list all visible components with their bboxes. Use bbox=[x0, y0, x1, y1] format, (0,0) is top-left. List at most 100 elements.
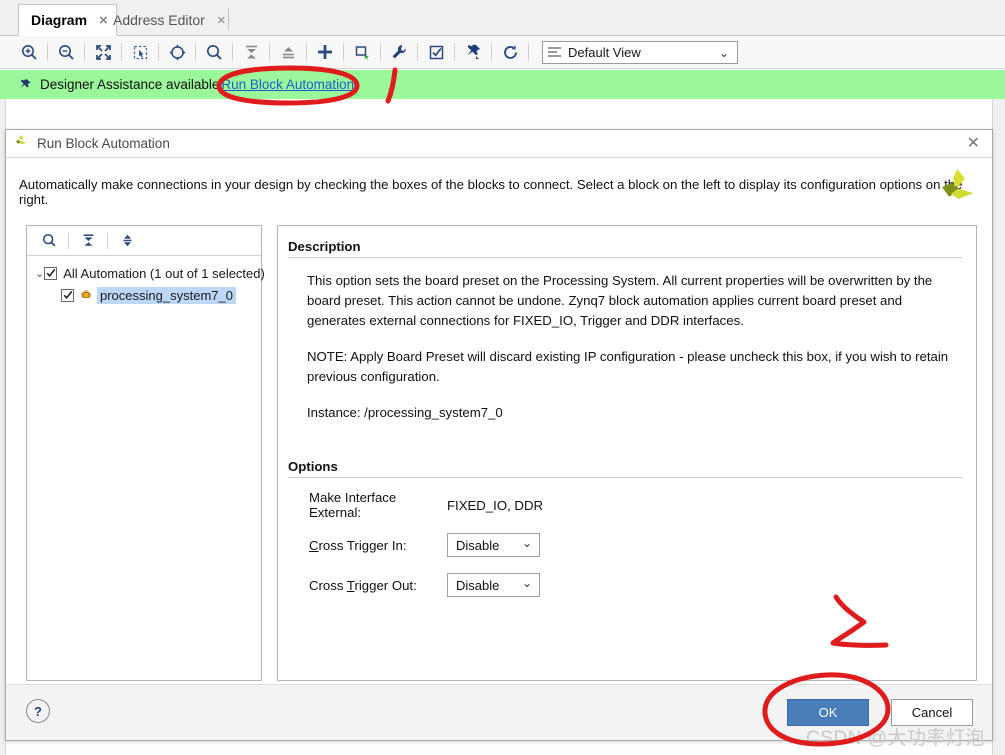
add-module-icon[interactable] bbox=[347, 38, 377, 66]
tab-diagram-label: Diagram bbox=[31, 12, 88, 28]
ip-block-icon bbox=[80, 289, 92, 301]
vivado-logo-large-icon bbox=[941, 168, 975, 209]
toolbar-separator bbox=[158, 43, 159, 61]
toolbar-separator bbox=[491, 43, 492, 61]
toolbar-separator bbox=[121, 43, 122, 61]
description-instance: Instance: /processing_system7_0 bbox=[307, 405, 503, 421]
toolbar-separator bbox=[528, 43, 529, 61]
expand-all-icon[interactable] bbox=[273, 38, 303, 66]
option-label: Make Interface External: bbox=[309, 490, 397, 520]
option-label: Cross Trigger Out: bbox=[309, 578, 447, 593]
tree-row-processing-system-label: processing_system7_0 bbox=[97, 286, 236, 304]
run-block-automation-dialog: Run Block Automation ✕ Automatically mak… bbox=[5, 129, 993, 741]
pin-icon[interactable] bbox=[458, 38, 488, 66]
zoom-out-icon[interactable] bbox=[51, 38, 81, 66]
option-value: FIXED_IO, DDR bbox=[447, 497, 543, 513]
checkbox-processing-system[interactable] bbox=[61, 288, 74, 302]
toolbar-separator bbox=[380, 43, 381, 61]
add-ip-icon[interactable] bbox=[310, 38, 340, 66]
toolbar-separator bbox=[343, 43, 344, 61]
description-body: This option sets the board preset on the… bbox=[278, 258, 976, 423]
tree-row-processing-system[interactable]: processing_system7_0 bbox=[27, 284, 261, 306]
options-divider bbox=[288, 477, 962, 478]
tab-address-editor-close-icon[interactable]: × bbox=[217, 13, 226, 28]
toolbar-separator bbox=[195, 43, 196, 61]
tab-address-editor[interactable]: Address Editor × bbox=[101, 4, 234, 36]
regenerate-layout-icon[interactable] bbox=[495, 38, 525, 66]
run-block-automation-link[interactable]: Run Block Automation bbox=[221, 77, 354, 92]
cancel-button[interactable]: Cancel bbox=[891, 699, 973, 726]
help-button[interactable]: ? bbox=[26, 699, 50, 723]
dialog-intro-text: Automatically make connections in your d… bbox=[19, 177, 963, 207]
fit-selection-icon[interactable] bbox=[162, 38, 192, 66]
tree-toolbar bbox=[27, 226, 261, 256]
view-select-value: Default View bbox=[568, 45, 641, 60]
description-heading: Description bbox=[288, 239, 361, 254]
dialog-titlebar: Run Block Automation ✕ bbox=[6, 130, 992, 158]
close-icon[interactable]: ✕ bbox=[967, 134, 980, 154]
option-label-text: rigger Out: bbox=[354, 577, 417, 593]
combo-value: Disable bbox=[456, 577, 500, 593]
chevron-down-icon: ⌄ bbox=[521, 536, 532, 550]
automation-tree-panel: ⌄ All Automation (1 out of 1 selected) p… bbox=[26, 225, 265, 681]
chevron-down-icon: ⌄ bbox=[521, 576, 532, 590]
dialog-intro: Automatically make connections in your d… bbox=[6, 158, 992, 207]
tab-strip: Diagram × Address Editor × bbox=[0, 0, 1005, 36]
pin-icon bbox=[18, 78, 32, 92]
toolbar-separator bbox=[47, 43, 48, 61]
toolbar-separator bbox=[306, 43, 307, 61]
zoom-in-icon[interactable] bbox=[14, 38, 44, 66]
validate-design-icon[interactable] bbox=[421, 38, 451, 66]
toolbar-separator bbox=[232, 43, 233, 61]
cross-trigger-in-combo[interactable]: Disable ⌄ bbox=[447, 533, 540, 557]
option-label-prefix: Cross bbox=[309, 577, 347, 593]
diagram-toolbar bbox=[0, 36, 1005, 69]
tab-address-editor-label: Address Editor bbox=[113, 12, 205, 28]
option-make-interface-external: Make Interface External: FIXED_IO, DDR bbox=[278, 488, 976, 522]
description-paragraph: This option sets the board preset on the… bbox=[307, 273, 933, 329]
view-list-icon bbox=[548, 46, 561, 59]
tree-toolbar-separator bbox=[107, 232, 108, 249]
checkbox-all-automation[interactable] bbox=[44, 266, 58, 280]
ok-button[interactable]: OK bbox=[787, 699, 869, 726]
option-cross-trigger-in: Cross Trigger In: Disable ⌄ bbox=[278, 528, 976, 562]
options-section: Options Make Interface External: FIXED_I… bbox=[278, 446, 976, 602]
toolbar-separator bbox=[454, 43, 455, 61]
chevron-down-icon[interactable]: ⌄ bbox=[35, 267, 44, 280]
option-label-text: ross Trigger In: bbox=[318, 537, 407, 553]
tree-row-all-automation[interactable]: ⌄ All Automation (1 out of 1 selected) bbox=[27, 262, 265, 284]
description-paragraph: NOTE: Apply Board Preset will discard ex… bbox=[307, 349, 949, 385]
view-select-combo[interactable]: Default View ⌄ bbox=[542, 41, 738, 64]
expand-all-icon[interactable] bbox=[113, 229, 141, 253]
options-heading: Options bbox=[288, 459, 338, 474]
cross-trigger-out-combo[interactable]: Disable ⌄ bbox=[447, 573, 540, 597]
option-mnemonic: C bbox=[309, 537, 319, 553]
search-icon[interactable] bbox=[199, 38, 229, 66]
dialog-title: Run Block Automation bbox=[37, 136, 170, 151]
designer-assistance-message: Designer Assistance available bbox=[40, 77, 220, 92]
canvas-vertical-scrollbar[interactable] bbox=[992, 99, 1005, 755]
option-label: Cross Trigger In: bbox=[309, 538, 447, 553]
dialog-footer: ? OK Cancel bbox=[6, 684, 992, 740]
automation-tree: ⌄ All Automation (1 out of 1 selected) p… bbox=[27, 256, 265, 306]
tree-row-all-automation-label: All Automation (1 out of 1 selected) bbox=[63, 265, 265, 281]
option-cross-trigger-out: Cross Trigger Out: Disable ⌄ bbox=[278, 568, 976, 602]
tab-divider bbox=[228, 8, 229, 30]
tree-toolbar-separator bbox=[68, 232, 69, 249]
block-properties-icon[interactable] bbox=[384, 38, 414, 66]
designer-assistance-bar: Designer Assistance available Run Block … bbox=[0, 70, 1005, 99]
dialog-body: ⌄ All Automation (1 out of 1 selected) p… bbox=[6, 225, 992, 684]
toolbar-separator bbox=[84, 43, 85, 61]
vivado-logo-icon bbox=[14, 134, 29, 154]
combo-value: Disable bbox=[456, 537, 500, 553]
chevron-down-icon: ⌄ bbox=[718, 46, 729, 60]
collapse-all-icon[interactable] bbox=[236, 38, 266, 66]
toolbar-separator bbox=[417, 43, 418, 61]
detail-panel: Description This option sets the board p… bbox=[277, 225, 977, 681]
collapse-all-icon[interactable] bbox=[74, 229, 102, 253]
screen-root: Diagram × Address Editor × Default View … bbox=[0, 0, 1005, 755]
toolbar-separator bbox=[269, 43, 270, 61]
zoom-area-icon[interactable] bbox=[125, 38, 155, 66]
zoom-fit-icon[interactable] bbox=[88, 38, 118, 66]
search-icon[interactable] bbox=[35, 229, 63, 253]
